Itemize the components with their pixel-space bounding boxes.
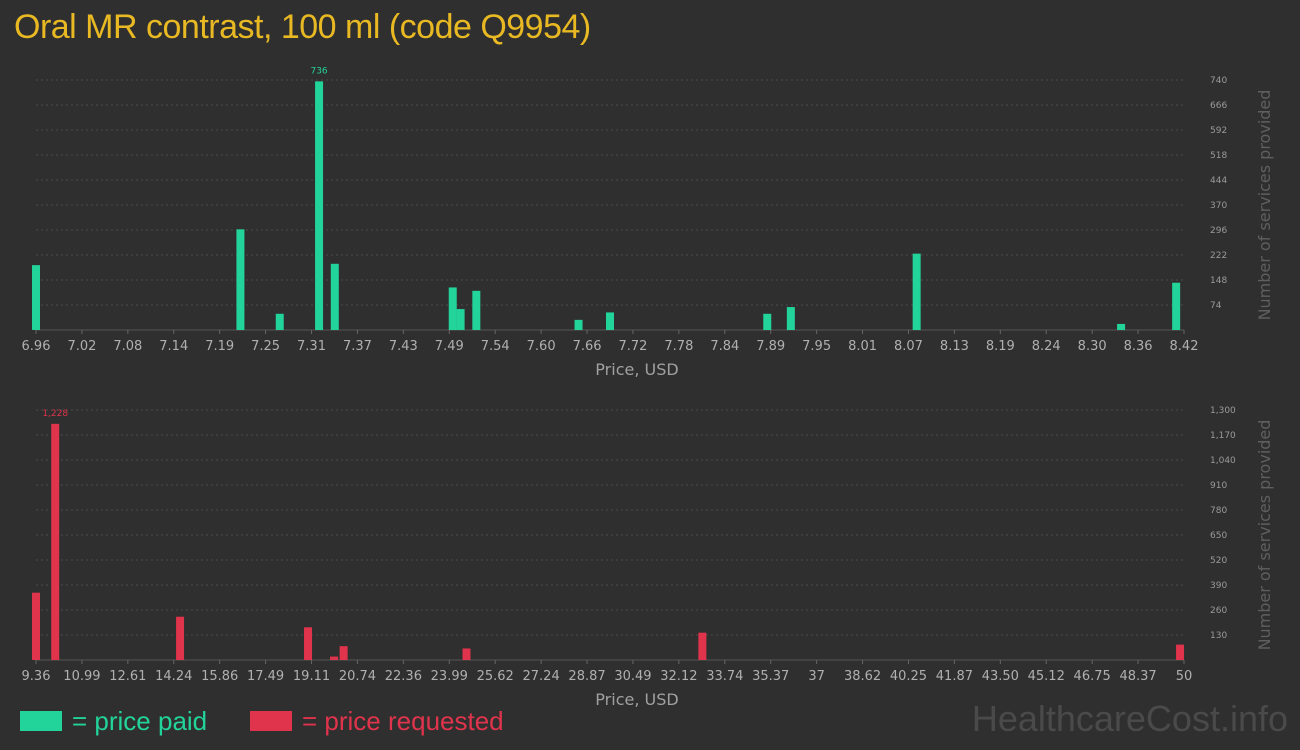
- y-tick-label: 520: [1210, 556, 1227, 566]
- x-tick-label: 43.50: [982, 669, 1019, 684]
- legend-price-requested: = price requested: [250, 704, 504, 738]
- bar: [1176, 644, 1185, 660]
- y-tick-labels: 130 260 390 520 650 780 910 1,040 1,170 1,300: [1210, 406, 1236, 641]
- price-requested-chart: 9.36 10.99 12.61 14.24 15.86 17.49 19.11 20.74 2…: [22, 406, 1274, 709]
- y-axis-title: Number of services provided: [1255, 420, 1274, 651]
- bar: [32, 592, 40, 660]
- x-tick-label: 50: [1176, 669, 1193, 684]
- y-tick-label: 260: [1210, 606, 1227, 616]
- x-tick-label: 9.36: [22, 669, 51, 684]
- bar: [304, 627, 313, 660]
- legend-paid-label: = price paid: [72, 705, 208, 736]
- bar: [339, 646, 348, 660]
- bar: [462, 648, 471, 660]
- bars: [32, 423, 1185, 660]
- x-tick-label: 17.49: [247, 669, 284, 684]
- legend-requested-swatch: [250, 711, 292, 731]
- x-tick-label: 25.62: [477, 669, 514, 684]
- y-tick-label: 1,170: [1210, 431, 1236, 441]
- y-tick-label: 780: [1210, 506, 1227, 516]
- y-gridlines: [36, 409, 1184, 661]
- x-tick-label: 30.49: [614, 669, 651, 684]
- x-tick-label: 37: [808, 669, 825, 684]
- y-tick-label: 1,300: [1210, 406, 1236, 416]
- x-tick-label: 46.75: [1074, 669, 1111, 684]
- x-tick-label: 27.24: [523, 669, 560, 684]
- x-tick-label: 35.37: [752, 669, 789, 684]
- x-tick-label: 40.25: [890, 669, 927, 684]
- x-tick-label: 19.11: [293, 669, 330, 684]
- x-axis-title: Price, USD: [595, 690, 678, 709]
- y-tick-label: 910: [1210, 481, 1227, 491]
- legend-requested-label: = price requested: [302, 705, 504, 736]
- y-tick-label: 1,040: [1210, 456, 1236, 466]
- x-tick-label: 33.74: [706, 669, 743, 684]
- bar: [330, 656, 339, 660]
- x-tick-labels: 9.36 10.99 12.61 14.24 15.86 17.49 19.11 20.74 2…: [22, 660, 1193, 684]
- watermark-logo: HealthcareCost.info: [971, 698, 1288, 739]
- x-tick-label: 15.86: [201, 669, 238, 684]
- x-tick-label: 20.74: [339, 669, 376, 684]
- x-tick-label: 28.87: [568, 669, 605, 684]
- x-tick-label: 41.87: [936, 669, 973, 684]
- legend-paid-swatch: [20, 711, 62, 731]
- y-tick-label: 390: [1210, 581, 1227, 591]
- x-tick-label: 45.12: [1028, 669, 1065, 684]
- x-tick-label: 22.36: [385, 669, 422, 684]
- bar: [51, 423, 60, 660]
- x-tick-label: 12.61: [109, 669, 146, 684]
- x-tick-label: 32.12: [660, 669, 697, 684]
- y-tick-label: 130: [1210, 631, 1227, 641]
- max-value-label: 1,228: [42, 409, 68, 419]
- x-tick-label: 48.37: [1119, 669, 1156, 684]
- x-tick-label: 23.99: [431, 669, 468, 684]
- bar: [698, 632, 707, 660]
- legend-price-paid: = price paid: [20, 704, 207, 738]
- bar: [176, 616, 185, 660]
- x-tick-label: 14.24: [155, 669, 192, 684]
- x-tick-label: 38.62: [844, 669, 881, 684]
- x-tick-label: 10.99: [63, 669, 100, 684]
- y-tick-label: 650: [1210, 531, 1227, 541]
